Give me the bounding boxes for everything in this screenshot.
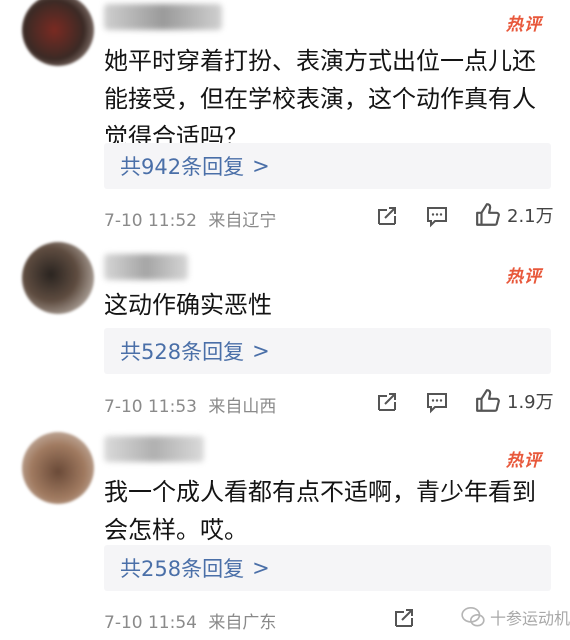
watermark-text: 十参运动机 — [490, 609, 570, 628]
thumbs-up-icon — [476, 389, 500, 412]
chevron-right-icon: > — [252, 556, 270, 580]
view-replies-button[interactable]: 共942条回复 > — [104, 143, 551, 189]
reply-count-label: 共258条回复 — [120, 557, 245, 581]
like-button[interactable]: 2.1万 — [475, 202, 554, 228]
timestamp: 7-10 11:53 — [104, 397, 197, 417]
comment-icon[interactable] — [425, 204, 449, 228]
wechat-logo-icon — [461, 606, 485, 627]
hot-comment-badge: 热评 — [506, 15, 542, 35]
share-icon[interactable] — [375, 390, 399, 414]
comment-meta: 7-10 11:53 来自山西 — [104, 392, 276, 417]
chevron-right-icon: > — [252, 154, 270, 178]
username-blurred[interactable] — [104, 254, 188, 280]
timestamp: 7-10 11:54 — [104, 613, 197, 633]
avatar[interactable] — [22, 0, 94, 66]
avatar[interactable] — [22, 242, 94, 314]
like-count: 2.1万 — [507, 206, 554, 227]
comment-text: 这动作确实恶性 — [104, 291, 272, 319]
comment-icon[interactable] — [425, 390, 449, 414]
comment-meta: 7-10 11:54 来自广东 — [104, 608, 276, 633]
hot-comment-badge: 热评 — [506, 451, 542, 471]
avatar[interactable] — [22, 432, 94, 504]
share-icon[interactable] — [392, 606, 416, 630]
location: 来自辽宁 — [208, 211, 277, 231]
view-replies-button[interactable]: 共528条回复 > — [104, 328, 551, 374]
username-blurred[interactable] — [104, 4, 222, 30]
reply-count-label: 共942条回复 — [120, 155, 245, 179]
watermark: 十参运动机 — [460, 604, 570, 630]
comment-meta: 7-10 11:52 来自辽宁 — [104, 206, 276, 231]
reply-count-label: 共528条回复 — [120, 340, 245, 364]
location: 来自山西 — [208, 397, 277, 417]
thumbs-up-icon — [476, 203, 500, 226]
username-blurred[interactable] — [104, 436, 204, 462]
comment-text: 她平时穿着打扮、表演方式出位一点儿还能接受，但在学校表演，这个动作真有人觉得合适… — [104, 47, 536, 151]
like-count: 1.9万 — [507, 392, 554, 413]
chevron-right-icon: > — [252, 339, 270, 363]
view-replies-button[interactable]: 共258条回复 > — [104, 545, 551, 591]
like-button[interactable]: 1.9万 — [475, 388, 554, 414]
hot-comment-badge: 热评 — [506, 267, 542, 287]
location: 来自广东 — [208, 613, 277, 633]
share-icon[interactable] — [375, 204, 399, 228]
comment-text: 我一个成人看都有点不适啊，青少年看到会怎样。哎。 — [104, 478, 536, 544]
timestamp: 7-10 11:52 — [104, 211, 197, 231]
